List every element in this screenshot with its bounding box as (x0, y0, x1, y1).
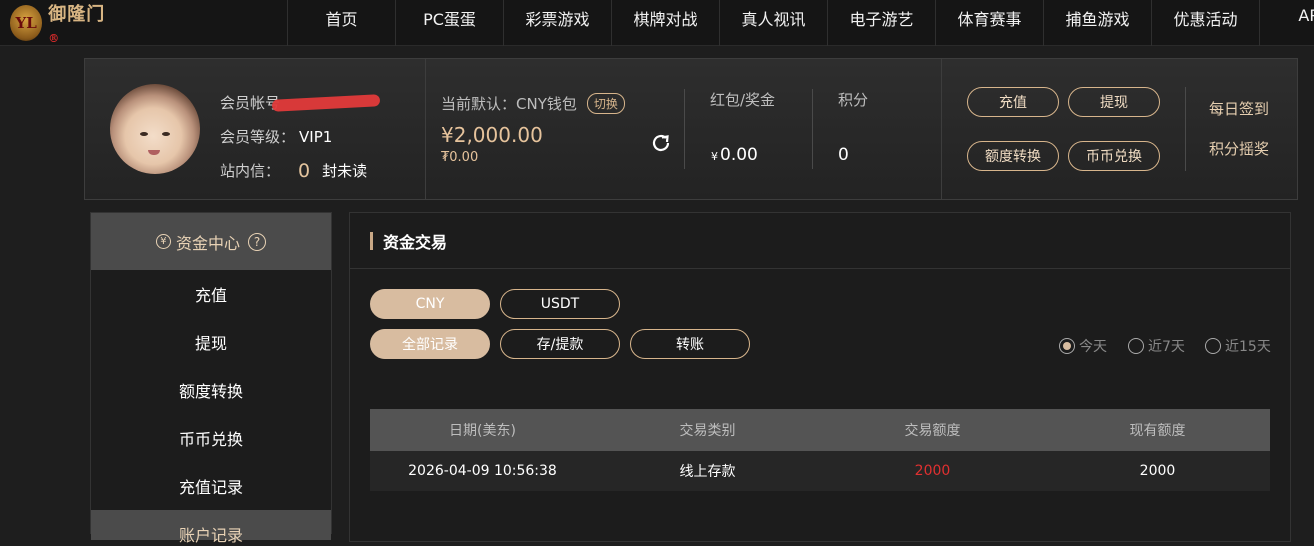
radio-checked-icon (1059, 338, 1075, 354)
points-lottery-link[interactable]: 积分摇奖 (1209, 138, 1269, 159)
sidebar-item-withdraw[interactable]: 提现 (91, 318, 331, 366)
member-info: 会员帐号 会员等级： VIP1 站内信： 0 封未读 (220, 86, 381, 188)
avatar (110, 84, 200, 174)
sidebar-item-deposit[interactable]: 充值 (91, 270, 331, 318)
yen-icon: ¥ (155, 234, 171, 249)
nav-item-pc-eggs[interactable]: PC蛋蛋 (395, 0, 503, 46)
sidebar-header2-label: 账户记录 (178, 526, 243, 545)
panel-title-text: 资金交易 (383, 232, 448, 252)
sidebar: ¥ 资金中心 ? 充值 提现 额度转换 币币兑换 充值记录 账户记录 (90, 212, 332, 545)
nav-item-app[interactable]: APP (1259, 0, 1314, 46)
column-header-type: 交易类别 (679, 423, 736, 439)
switch-wallet-button[interactable]: 切换 (586, 93, 625, 114)
exchange-button[interactable]: 币币兑换 (1068, 141, 1160, 171)
redpacket-value: ¥0.00 (711, 145, 758, 165)
sidebar-item-transfer[interactable]: 额度转换 (91, 366, 331, 414)
account-row: 会员帐号 (220, 86, 381, 120)
cell-date: 2026-04-09 10:56:38 (408, 463, 557, 479)
redacted-account (271, 94, 381, 112)
sidebar-item-exchange[interactable]: 币币兑换 (91, 414, 331, 462)
radio-icon (1205, 338, 1221, 354)
sidebar-header-account-records[interactable]: 账户记录 (91, 510, 331, 545)
sidebar-item-deposit-records[interactable]: 充值记录 (91, 462, 331, 510)
divider (684, 89, 685, 169)
range-15days-radio[interactable]: 近15天 (1205, 336, 1271, 356)
wallet-balance-usdt: ₮0.00 (441, 150, 479, 165)
nav-item-live[interactable]: 真人视讯 (719, 0, 827, 46)
tab-usdt[interactable]: USDT (500, 289, 620, 319)
top-nav-bar: YL 御隆门® 首页 PC蛋蛋 彩票游戏 棋牌对战 真人视讯 电子游艺 体育赛事… (0, 0, 1314, 46)
tab-transfer[interactable]: 转账 (630, 329, 750, 359)
tab-all-records[interactable]: 全部记录 (370, 329, 490, 359)
level-row: 会员等级： VIP1 (220, 120, 380, 154)
divider (812, 89, 813, 169)
question-icon[interactable]: ? (248, 232, 266, 251)
inbox-suffix: 封未读 (322, 161, 368, 180)
title-accent-bar (370, 231, 373, 250)
cell-balance: 2000 (1139, 463, 1176, 479)
sidebar-header: ¥ 资金中心 ? (91, 213, 331, 270)
member-profile-panel: 会员帐号 会员等级： VIP1 站内信： 0 封未读 当前默认：CNY钱包 切换 ¥2… (84, 58, 1298, 200)
nav-item-slots[interactable]: 电子游艺 (827, 0, 935, 46)
sidebar-header-label: 资金中心 (175, 233, 240, 253)
daily-signin-link[interactable]: 每日签到 (1209, 98, 1269, 119)
redpacket-label: 红包/奖金 (710, 91, 776, 109)
tab-cny[interactable]: CNY (370, 289, 490, 319)
withdraw-button[interactable]: 提现 (1068, 87, 1160, 117)
range-today-radio[interactable]: 今天 (1059, 336, 1107, 356)
main-nav: 首页 PC蛋蛋 彩票游戏 棋牌对战 真人视讯 电子游艺 体育赛事 捕鱼游戏 优惠… (287, 0, 1314, 46)
cell-amount: 2000 (914, 463, 951, 479)
nav-item-promotions[interactable]: 优惠活动 (1151, 0, 1259, 46)
points-label: 积分 (838, 91, 869, 109)
nav-item-lottery[interactable]: 彩票游戏 (503, 0, 611, 46)
transactions-panel: 资金交易 CNY USDT 全部记录 存/提款 转账 今天 近7天 近15天 日… (349, 212, 1291, 542)
radio-icon (1128, 338, 1144, 354)
column-header-date: 日期(美东) (449, 423, 516, 439)
tab-deposit-withdraw[interactable]: 存/提款 (500, 329, 620, 359)
level-value: VIP1 (299, 127, 333, 146)
table-row: 2026-04-09 10:56:38 线上存款 2000 2000 (370, 451, 1270, 491)
inbox-count[interactable]: 0 (298, 161, 310, 181)
default-wallet-label: 当前默认：CNY钱包 切换 (441, 93, 625, 114)
avatar-eye (162, 132, 170, 136)
divider (941, 59, 942, 199)
divider (1185, 87, 1186, 171)
deposit-button[interactable]: 充值 (967, 87, 1059, 117)
points-value: 0 (838, 145, 849, 165)
level-label: 会员等级： (220, 127, 296, 146)
nav-item-fishing[interactable]: 捕鱼游戏 (1043, 0, 1151, 46)
inbox-label: 站内信： (220, 161, 281, 180)
site-logo[interactable]: YL 御隆门® (10, 4, 110, 45)
divider (425, 59, 426, 199)
account-label: 会员帐号 (220, 93, 281, 112)
avatar-mouth (148, 150, 160, 155)
panel-title: 资金交易 (350, 213, 1290, 269)
wallet-balance: ¥2,000.00 (441, 123, 543, 147)
logo-text: 御隆门® (48, 3, 106, 45)
logo-mark: YL (10, 5, 43, 41)
cell-type: 线上存款 (679, 464, 736, 480)
range-7days-radio[interactable]: 近7天 (1128, 336, 1185, 356)
refresh-icon[interactable] (649, 131, 673, 155)
transfer-button[interactable]: 额度转换 (967, 141, 1059, 171)
transactions-table: 日期(美东) 交易类别 交易额度 现有额度 2026-04-09 10:56:3… (370, 409, 1270, 491)
nav-item-home[interactable]: 首页 (287, 0, 395, 46)
column-header-balance: 现有额度 (1129, 423, 1186, 439)
table-header: 日期(美东) 交易类别 交易额度 现有额度 (370, 409, 1270, 451)
avatar-eye (140, 132, 148, 136)
nav-item-sports[interactable]: 体育赛事 (935, 0, 1043, 46)
column-header-amount: 交易额度 (904, 423, 961, 439)
inbox-row[interactable]: 站内信： 0 封未读 (220, 154, 380, 188)
nav-item-chess[interactable]: 棋牌对战 (611, 0, 719, 46)
